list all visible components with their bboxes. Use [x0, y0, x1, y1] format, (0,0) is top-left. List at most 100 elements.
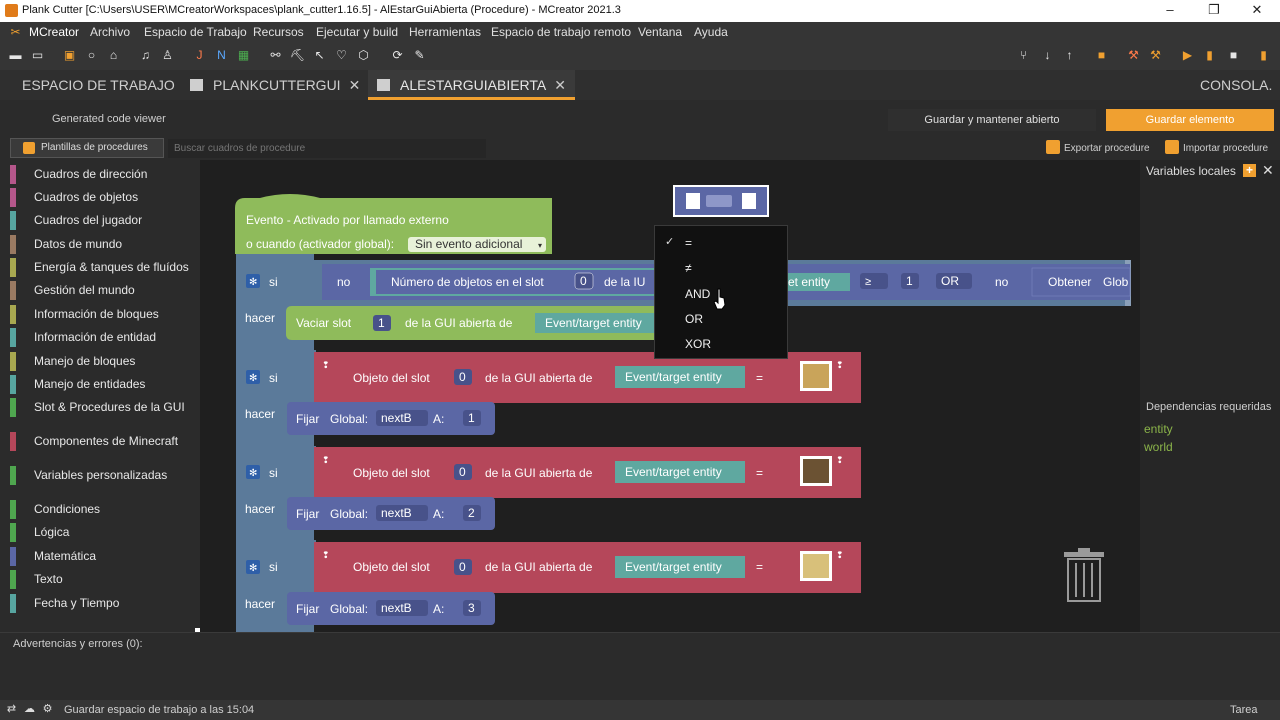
block-icon[interactable]: ▦	[236, 48, 251, 63]
armor-icon[interactable]: ♡	[334, 48, 349, 63]
wrench-icon[interactable]: ⚒	[1148, 48, 1163, 63]
eq-label-1: =	[756, 371, 763, 385]
minimize-icon[interactable]: –	[1150, 1, 1190, 21]
import-procedure-button[interactable]: Importar procedure	[1165, 140, 1268, 154]
git-icon[interactable]: ⑂	[1016, 48, 1031, 63]
do-label-2: hacer	[245, 407, 275, 421]
tab-plankcuttergui[interactable]: PLANKCUTTERGUI ✕	[190, 70, 360, 100]
structure-icon[interactable]: ♙	[160, 48, 175, 63]
entity-label-1: Event/target entity	[545, 316, 642, 330]
refresh-icon[interactable]: ⟳	[390, 48, 405, 63]
tab-espacio-de-trabajo[interactable]: ESPACIO DE TRABAJO	[22, 70, 175, 100]
add-variable-icon[interactable]: +	[1243, 164, 1256, 177]
brush-icon[interactable]: ✎	[412, 48, 427, 63]
left-connector-icon	[686, 193, 700, 209]
category-swatch	[10, 398, 16, 417]
menu-bar: ✂ MCreator Archivo Espacio de Trabajo Re…	[0, 22, 1280, 42]
dropdown-item-xor[interactable]: XOR	[655, 331, 789, 356]
dependencies-title: Dependencias requeridas	[1146, 401, 1272, 413]
operator-dropdown-menu: ✓ = ≠ AND OR XOR	[654, 225, 788, 359]
mcreator-menu-icon: ✂	[10, 25, 21, 39]
gear-glyph: ✻	[249, 373, 257, 384]
if-label-3: si	[269, 466, 278, 480]
menu-ejecutar-y-build[interactable]: Ejecutar y build	[316, 25, 398, 39]
menu-ventana[interactable]: Ventana	[638, 25, 682, 39]
procedure-templates-button[interactable]: Plantillas de procedures	[10, 138, 164, 158]
hammer-icon[interactable]: ⚒	[1126, 48, 1141, 63]
save-element-button[interactable]: Guardar elemento	[1106, 109, 1274, 131]
do-label-3: hacer	[245, 502, 275, 516]
settings-gear-icon[interactable]: ⚙	[41, 703, 54, 716]
tool-icon[interactable]: ↖	[312, 48, 327, 63]
arrow-down-icon[interactable]: ↓	[1040, 48, 1055, 63]
cube-icon[interactable]: ⬡	[356, 48, 371, 63]
menu-mcreator[interactable]: MCreator	[29, 25, 79, 39]
close-panel-icon[interactable]: ✕	[1262, 162, 1274, 179]
local-variables-title: Variables locales	[1146, 164, 1236, 178]
slot-number: 0	[580, 274, 587, 288]
eq-label-2: =	[756, 466, 763, 480]
dropdown-item-neq[interactable]: ≠	[655, 255, 789, 280]
category-swatch	[10, 500, 16, 519]
category-swatch	[10, 165, 16, 184]
item-slot-value-3: 0	[459, 560, 466, 574]
warnings-label: Advertencias y errores (0):	[13, 638, 143, 650]
briefcase-icon[interactable]: ⌂	[106, 48, 121, 63]
menu-archivo[interactable]: Archivo	[90, 25, 130, 39]
gear-glyph: ✻	[249, 563, 257, 574]
menu-herramientas[interactable]: Herramientas	[409, 25, 481, 39]
search-blocks-input[interactable]	[168, 139, 486, 158]
save-status-text: Guardar espacio de trabajo a las 15:04	[64, 704, 255, 716]
global-label-3: Global:	[330, 602, 368, 616]
dropdown-item-eq[interactable]: ✓ =	[655, 230, 789, 255]
workspace-icon[interactable]: ▬	[8, 48, 23, 63]
item-slot-label-1: Objeto del slot	[353, 371, 430, 385]
import-icon	[1165, 140, 1179, 154]
items-label: Número de objetos en el slot	[391, 275, 544, 289]
menu-ayuda[interactable]: Ayuda	[694, 25, 728, 39]
var-value-1: 1	[468, 411, 475, 425]
variables-icon[interactable]: ⚯	[268, 48, 283, 63]
menu-espacio-remoto[interactable]: Espacio de trabajo remoto	[491, 25, 631, 39]
circle-icon[interactable]: ○	[84, 48, 99, 63]
get-label: Obtener	[1048, 275, 1091, 289]
menu-recursos[interactable]: Recursos	[253, 25, 304, 39]
category-swatch	[10, 523, 16, 542]
json-icon[interactable]: N	[214, 48, 229, 63]
empty-slot-value: 1	[378, 316, 385, 330]
stop-icon[interactable]: ■	[1226, 48, 1241, 63]
close-tab-icon[interactable]: ✕	[554, 77, 566, 93]
var-value-2: 2	[468, 506, 475, 520]
console-icon[interactable]: ☁	[23, 703, 36, 716]
if-label-1: si	[269, 275, 278, 289]
tab-alestarguiabierta[interactable]: ALESTARGUIABIERTA ✕	[368, 70, 575, 100]
sync-icon[interactable]: ⇄	[5, 703, 18, 716]
gui-tab-icon	[190, 79, 203, 91]
pin-icon: ❢	[322, 360, 330, 370]
generated-code-viewer-link[interactable]: Generated code viewer	[52, 113, 166, 125]
java-icon[interactable]: J	[192, 48, 207, 63]
menu-espacio-de-trabajo[interactable]: Espacio de Trabajo	[144, 25, 247, 39]
window-icon[interactable]: ▭	[30, 48, 45, 63]
image-icon[interactable]: ▣	[62, 48, 77, 63]
run-server-icon[interactable]: ▮	[1202, 48, 1217, 63]
category-swatch	[10, 432, 16, 451]
close-tab-icon[interactable]: ✕	[349, 77, 361, 93]
chevron-down-icon: ▾	[538, 241, 542, 250]
tab-consola[interactable]: CONSOLA.	[1200, 70, 1272, 100]
pickaxe-icon[interactable]: ⛏	[290, 48, 305, 63]
arrow-up-icon[interactable]: ↑	[1062, 48, 1077, 63]
global-label-2: Global:	[330, 507, 368, 521]
item-slot-label-2: Objeto del slot	[353, 466, 430, 480]
do-label-4: hacer	[245, 597, 275, 611]
close-window-icon[interactable]: ✕	[1237, 1, 1277, 21]
export-procedure-button[interactable]: Exportar procedure	[1046, 140, 1150, 154]
maximize-icon[interactable]: ❐	[1194, 1, 1234, 21]
export-icon[interactable]: ▮	[1256, 48, 1271, 63]
save-keep-open-button[interactable]: Guardar y mantener abierto	[888, 109, 1096, 131]
run-client-icon[interactable]: ▶	[1180, 48, 1195, 63]
trash-icon[interactable]	[1064, 548, 1104, 602]
entity-label-4: Event/target entity	[625, 560, 722, 574]
folder-icon[interactable]: ■	[1094, 48, 1109, 63]
music-icon[interactable]: ♫	[138, 48, 153, 63]
